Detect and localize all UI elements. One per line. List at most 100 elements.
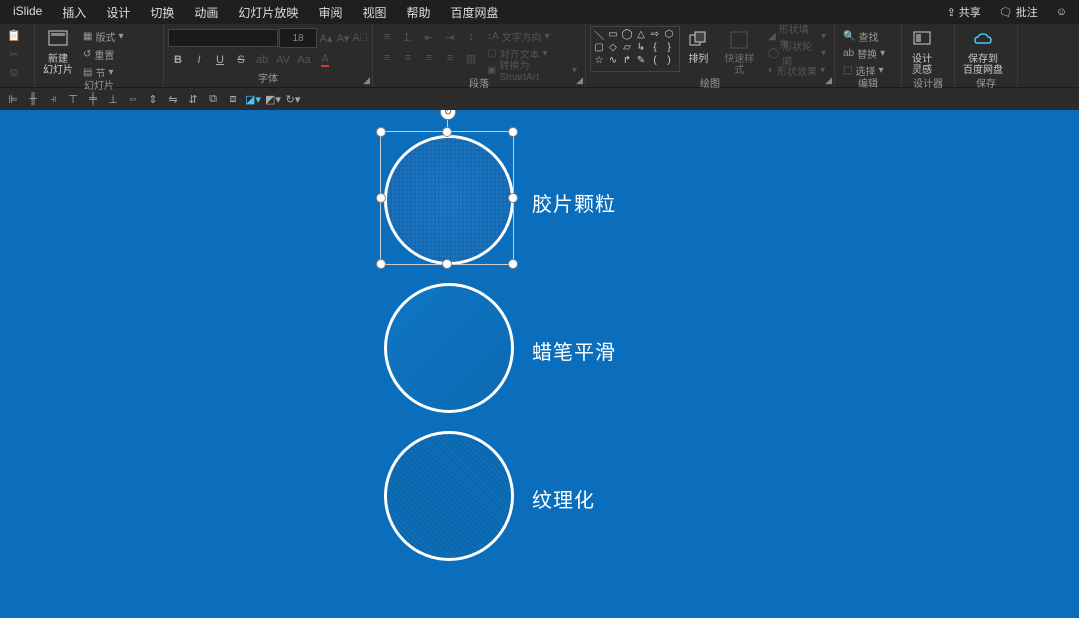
replace-button[interactable]: ab替换▾	[839, 45, 889, 61]
resize-handle-tm[interactable]	[442, 127, 452, 137]
indent-increase-icon[interactable]: ⇥	[440, 28, 460, 46]
font-family-input[interactable]	[168, 29, 278, 47]
strike-button[interactable]: S	[231, 51, 251, 69]
tab-islide[interactable]: iSlide	[4, 0, 51, 25]
columns-icon[interactable]: ▥	[461, 49, 481, 67]
shape-rhombus-icon: ◇	[606, 41, 620, 54]
bring-front-btn[interactable]: ◪▾	[244, 90, 262, 108]
design-ideas-button[interactable]: 设计 灵感	[906, 26, 938, 78]
group-slides: 新建 幻灯片 ▦版式▾ ↺重置 ▤节▾ 幻灯片	[35, 24, 164, 87]
quick-style-button[interactable]: 快速样式	[716, 26, 762, 78]
reset-button[interactable]: ↺重置	[79, 46, 127, 62]
shape-oval-icon: ◯	[620, 28, 634, 41]
group-btn[interactable]: ⧉	[204, 90, 222, 108]
copy-icon[interactable]: ⧉	[4, 64, 24, 82]
align-left-btn[interactable]: ⊫	[4, 90, 22, 108]
resize-handle-bl[interactable]	[376, 259, 386, 269]
paragraph-dialog-launcher[interactable]: ◢	[576, 75, 583, 86]
shape-label-2[interactable]: 蜡笔平滑	[532, 336, 616, 365]
shape-parallelogram-icon: ▱	[620, 41, 634, 54]
bullets-icon[interactable]: ≡	[377, 28, 397, 46]
group-save: 保存到 百度网盘 保存	[955, 24, 1018, 87]
shape-rparen-icon: )	[662, 54, 676, 67]
draw-dialog-launcher[interactable]: ◢	[825, 75, 832, 86]
resize-handle-mr[interactable]	[508, 193, 518, 203]
comment-button[interactable]: 🗨批注	[991, 1, 1046, 23]
case-button[interactable]: Aa	[294, 51, 314, 69]
section-button[interactable]: ▤节▾	[79, 64, 127, 80]
indent-decrease-icon[interactable]: ⇤	[419, 28, 439, 46]
highlight-button[interactable]: ab	[252, 51, 272, 69]
bold-button[interactable]: B	[168, 51, 188, 69]
shape-label-1[interactable]: 胶片颗粒	[532, 188, 616, 217]
find-button[interactable]: 🔍查找	[839, 28, 889, 44]
decrease-font-icon[interactable]: A▾	[335, 29, 351, 47]
tab-review[interactable]: 审阅	[309, 0, 351, 25]
tab-help[interactable]: 帮助	[397, 0, 439, 25]
group-clipboard: 📋 ✂ ⧉	[0, 24, 35, 87]
arrange-button[interactable]: 排列	[682, 26, 714, 67]
select-button[interactable]: ⬚选择▾	[839, 62, 889, 78]
rotate-btn[interactable]: ↻▾	[284, 90, 302, 108]
clear-format-icon[interactable]: A⃠	[352, 29, 368, 47]
save-baidu-button[interactable]: 保存到 百度网盘	[959, 26, 1007, 78]
circle-shape-2[interactable]	[384, 283, 514, 413]
shape-rbrace-icon: }	[662, 41, 676, 54]
shape-rect-icon: ▭	[606, 28, 620, 41]
resize-handle-ml[interactable]	[376, 193, 386, 203]
font-size-input[interactable]	[279, 28, 317, 48]
tab-animation[interactable]: 动画	[185, 0, 227, 25]
cut-icon[interactable]: ✂	[4, 45, 24, 63]
ribbon: 📋 ✂ ⧉ 新建 幻灯片 ▦版式▾ ↺重置 ▤节▾ 幻灯片	[0, 24, 1079, 88]
justify-icon[interactable]: ≡	[440, 49, 460, 67]
increase-font-icon[interactable]: A▴	[318, 29, 334, 47]
tab-slideshow[interactable]: 幻灯片放映	[229, 0, 307, 25]
text-direction-button[interactable]: ↕A文字方向▾	[483, 28, 581, 44]
numbering-icon[interactable]: ⒈	[398, 28, 418, 46]
align-right-icon[interactable]: ≡	[419, 49, 439, 67]
fill-icon: ◢	[768, 31, 776, 42]
circle-shape-3[interactable]	[384, 431, 514, 561]
layout-button[interactable]: ▦版式▾	[79, 28, 127, 44]
send-back-btn[interactable]: ◩▾	[264, 90, 282, 108]
tab-transition[interactable]: 切换	[141, 0, 183, 25]
smartart-button[interactable]: ▣转换为 SmartArt▾	[483, 62, 581, 78]
share-button[interactable]: ⇪共享	[939, 1, 989, 23]
group-edit: 🔍查找 ab替换▾ ⬚选择▾ 编辑	[835, 24, 902, 87]
shape-outline-button[interactable]: ◯形状轮廓▾	[764, 45, 830, 61]
group-font: A▴ A▾ A⃠ B I U S ab AV Aa A 字体 ◢	[164, 24, 373, 87]
font-color-button[interactable]: A	[315, 51, 335, 69]
tab-design[interactable]: 设计	[97, 0, 139, 25]
shapes-gallery[interactable]: ＼ ▭ ◯ △ ⇨ ⬡ ▢ ◇ ▱ ↳ { } ☆ ∿ ↱ ✎ ( )	[590, 26, 680, 72]
tab-baidu[interactable]: 百度网盘	[441, 0, 507, 25]
smiley-button[interactable]: ☺	[1048, 3, 1075, 21]
flip-v-btn[interactable]: ⇵	[184, 90, 202, 108]
shape-label-3[interactable]: 纹理化	[532, 484, 595, 513]
find-icon: 🔍	[843, 31, 855, 42]
rotation-handle[interactable]: ↻	[440, 110, 456, 120]
flip-h-btn[interactable]: ⇋	[164, 90, 182, 108]
resize-handle-tl[interactable]	[376, 127, 386, 137]
slide-canvas[interactable]: 胶片颗粒 蜡笔平滑 纹理化 ↻	[0, 110, 1079, 618]
arrange-icon	[686, 28, 710, 52]
selection-box[interactable]: ↻	[380, 131, 514, 265]
align-left-icon[interactable]: ≡	[377, 49, 397, 67]
shape-effects-button[interactable]: ◐形状效果▾	[764, 62, 830, 78]
shape-lbrace-icon: {	[648, 41, 662, 54]
paste-icon[interactable]: 📋	[4, 26, 24, 44]
italic-button[interactable]: I	[189, 51, 209, 69]
ungroup-btn[interactable]: ⧈	[224, 90, 242, 108]
tab-view[interactable]: 视图	[353, 0, 395, 25]
resize-handle-br[interactable]	[508, 259, 518, 269]
resize-handle-bm[interactable]	[442, 259, 452, 269]
shape-hex-icon: ⬡	[662, 28, 676, 41]
line-spacing-icon[interactable]: ↕	[461, 28, 481, 46]
tab-insert[interactable]: 插入	[53, 0, 95, 25]
resize-handle-tr[interactable]	[508, 127, 518, 137]
spacing-button[interactable]: AV	[273, 51, 293, 69]
section-icon: ▤	[83, 67, 92, 78]
new-slide-button[interactable]: 新建 幻灯片	[39, 26, 77, 78]
font-dialog-launcher[interactable]: ◢	[363, 75, 370, 86]
align-center-icon[interactable]: ≡	[398, 49, 418, 67]
underline-button[interactable]: U	[210, 51, 230, 69]
